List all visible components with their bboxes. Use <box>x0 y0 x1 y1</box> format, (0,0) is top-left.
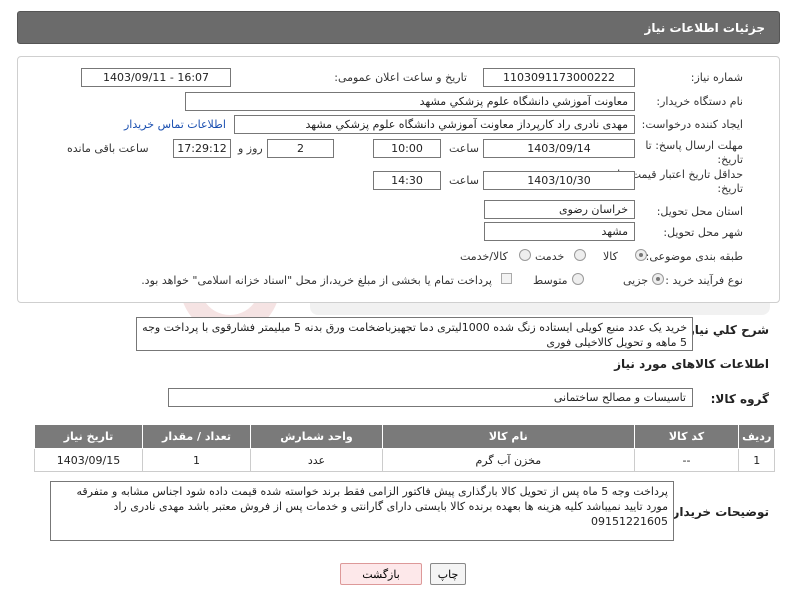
reply-hour-label: ساعت <box>449 142 479 155</box>
cell-row: 1 <box>738 448 775 472</box>
purchase-minor-radio[interactable] <box>652 273 664 285</box>
reply-time-field: 10:00 <box>373 139 441 158</box>
need-number-label: شماره نیاز: <box>690 71 743 84</box>
buyer-notes-label: توضیحات خریدار: <box>667 505 769 519</box>
treasury-checkbox[interactable] <box>501 273 512 284</box>
need-description-label: شرح کلي نیاز: <box>683 323 769 337</box>
purchase-medium-label: متوسط <box>533 274 568 287</box>
back-button[interactable]: بازگشت <box>340 563 422 585</box>
city-field: مشهد <box>484 222 635 241</box>
goods-group-field: تاسیسات و مصالح ساختمانی <box>168 388 693 407</box>
goods-group-label: گروه کالا: <box>710 392 769 406</box>
reply-deadline-label: مهلت ارسال پاسخ: تا <box>645 139 743 152</box>
validity-time-field: 14:30 <box>373 171 441 190</box>
purchase-minor-label: جزیی <box>623 274 649 287</box>
requester-field: مهدی نادری راد کارپرداز معاونت آموزشي دا… <box>234 115 635 134</box>
category-goods-service-label: کالا/خدمت <box>460 250 508 263</box>
goods-table: ردیف کد کالا نام کالا واحد شمارش تعداد /… <box>34 424 775 472</box>
days-left-field: 2 <box>267 139 334 158</box>
reply-date-field: 1403/09/14 <box>483 139 635 158</box>
remaining-label: ساعت باقی مانده <box>67 142 149 155</box>
category-label: طبقه بندی موضوعی: <box>645 250 743 263</box>
validity-date-field: 1403/10/30 <box>483 171 635 190</box>
category-goods-radio[interactable] <box>635 249 647 261</box>
province-field: خراسان رضوی <box>484 200 635 219</box>
col-unit: واحد شمارش <box>249 424 384 449</box>
col-row: ردیف <box>738 424 775 449</box>
category-service-radio[interactable] <box>574 249 586 261</box>
category-goods-label: کالا <box>603 250 618 263</box>
cell-quantity: 1 <box>142 448 251 472</box>
cell-need-date: 1403/09/15 <box>34 448 143 472</box>
price-validity-label: حداقل تاریخ اعتبار قیمت: تا <box>617 168 743 181</box>
announce-datetime-label: تاریخ و ساعت اعلان عمومی: <box>334 71 467 84</box>
price-validity-label-2: تاریخ: <box>717 182 743 195</box>
cell-code: -- <box>633 448 740 472</box>
buyer-org-label: نام دستگاه خریدار: <box>656 95 743 108</box>
city-label: شهر محل تحویل: <box>663 226 743 239</box>
time-left-field: 17:29:12 <box>173 139 231 158</box>
province-label: استان محل تحویل: <box>656 205 743 218</box>
buyer-notes-field: پرداخت وجه 5 ماه پس از تحویل کالا بارگذا… <box>50 481 674 541</box>
buyer-contact-link[interactable]: اطلاعات تماس خریدار <box>124 118 226 131</box>
category-service-label: خدمت <box>535 250 565 263</box>
col-need-date: تاریخ نیاز <box>34 424 143 449</box>
cell-unit: عدد <box>249 448 384 472</box>
col-code: کد کالا <box>633 424 740 449</box>
cell-name: مخزن آب گرم <box>382 448 635 472</box>
category-goods-service-radio[interactable] <box>519 249 531 261</box>
announce-datetime-field: 1403/09/11 - 16:07 <box>81 68 231 87</box>
purchase-medium-radio[interactable] <box>572 273 584 285</box>
requester-label: ایجاد کننده درخواست: <box>641 118 743 131</box>
goods-info-heading: اطلاعات کالاهای مورد نیاز <box>614 357 769 371</box>
table-row: 1 -- مخزن آب گرم عدد 1 1403/09/15 <box>34 448 775 472</box>
buyer-org-field: معاونت آموزشي دانشگاه علوم پزشكي مشهد <box>185 92 635 111</box>
col-name: نام کالا <box>382 424 635 449</box>
goods-table-header: ردیف کد کالا نام کالا واحد شمارش تعداد /… <box>34 424 775 449</box>
print-button[interactable]: چاپ <box>430 563 466 585</box>
col-quantity: تعداد / مقدار <box>142 424 251 449</box>
need-number-field: 1103091173000222 <box>483 68 635 87</box>
treasury-note: پرداخت تمام یا بخشی از مبلغ خرید،از محل … <box>141 274 492 287</box>
validity-hour-label: ساعت <box>449 174 479 187</box>
day-and-label: روز و <box>238 142 263 155</box>
purchase-type-label: نوع فرآیند خرید : <box>665 274 743 287</box>
page-title: جزئیات اطلاعات نیاز <box>644 21 765 35</box>
reply-deadline-label-2: تاریخ: <box>717 153 743 166</box>
need-description-field: خرید یک عدد منبع کویلی ایستاده زنگ شده 1… <box>136 317 693 351</box>
page-header: جزئیات اطلاعات نیاز <box>17 11 780 44</box>
